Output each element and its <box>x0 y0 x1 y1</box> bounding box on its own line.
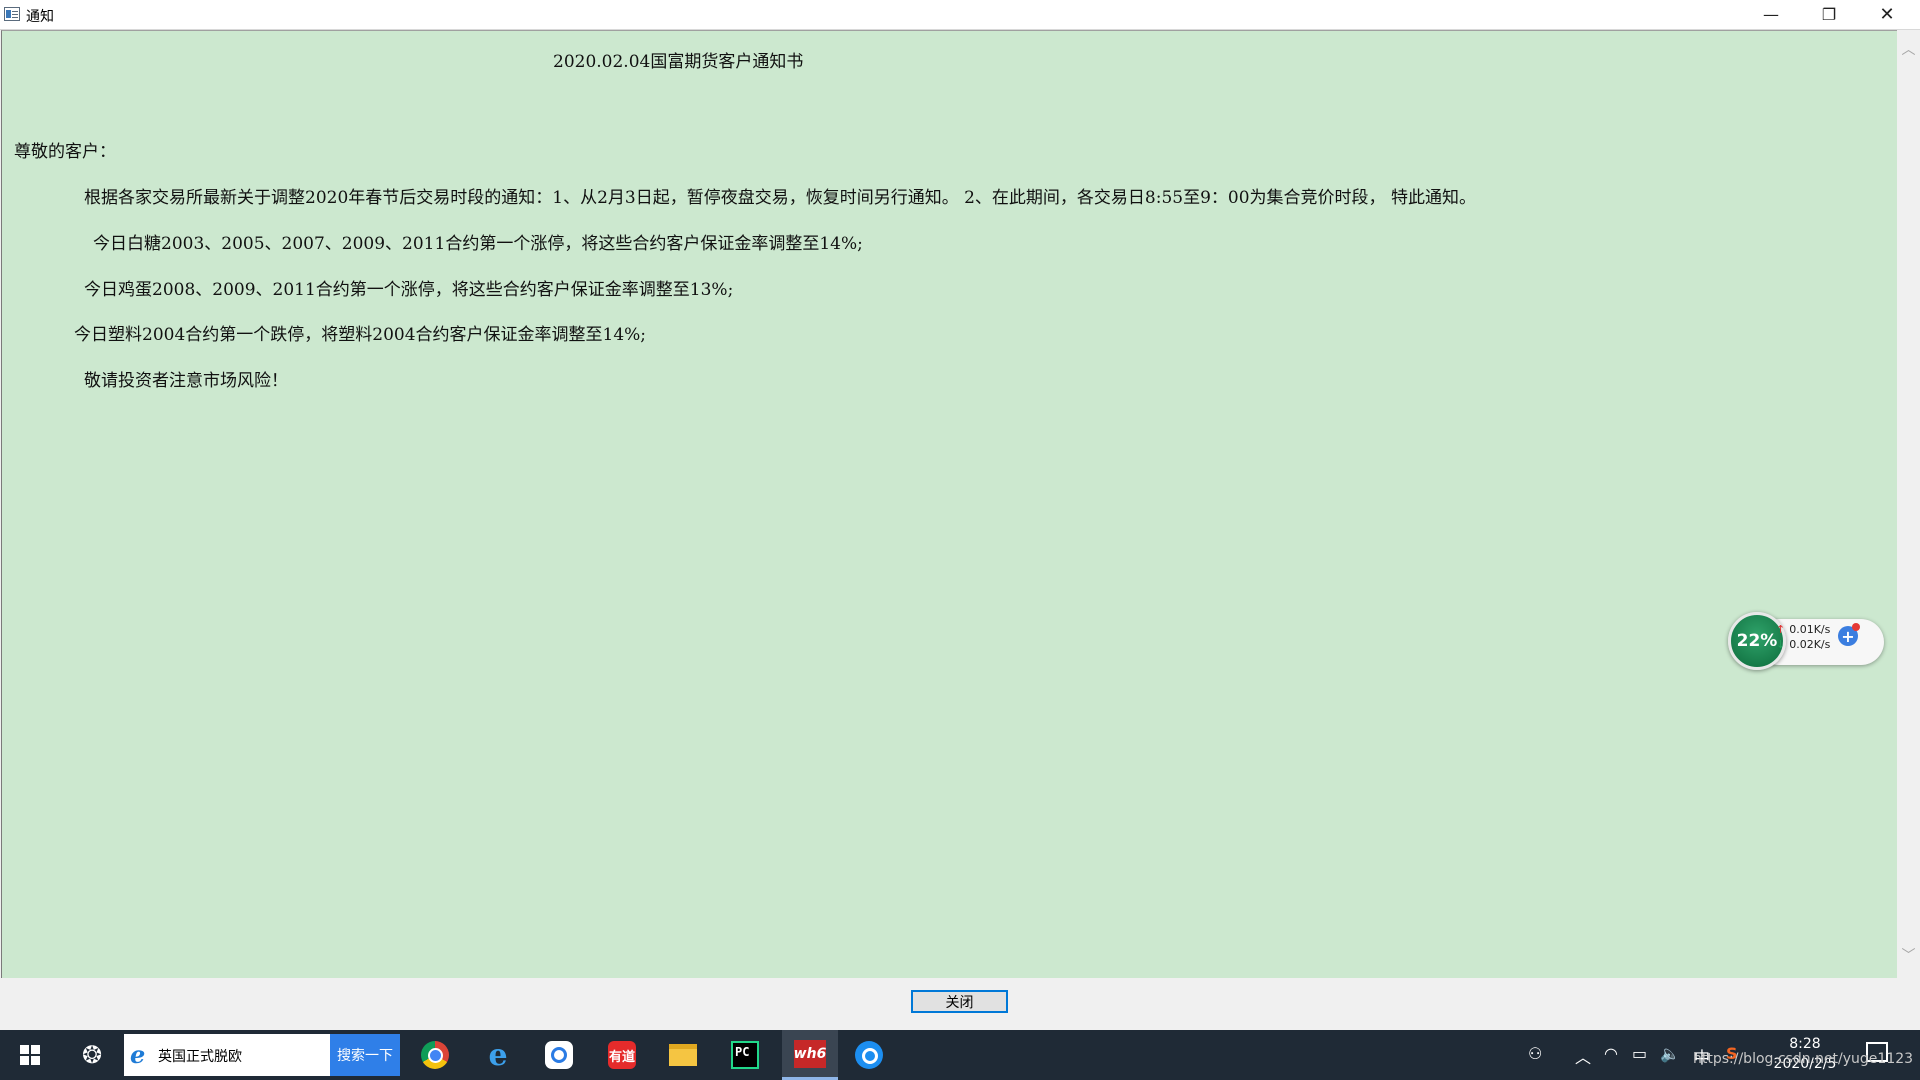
notice-greeting: 尊敬的客户： <box>14 142 116 162</box>
wifi-icon[interactable]: ◠ <box>1604 1044 1618 1063</box>
title-bar[interactable]: 通知 — ❐ ✕ <box>0 0 1920 30</box>
volume-icon[interactable]: 🔈 <box>1660 1044 1680 1063</box>
upload-arrow-icon: ↑ <box>1776 623 1786 636</box>
pycharm-icon[interactable]: PC <box>727 1037 763 1073</box>
app-icon <box>4 7 20 21</box>
notice-paragraph: 根据各家交易所最新关于调整2020年春节后交易时段的通知：1、从2月3日起，暂停… <box>84 188 1476 208</box>
qq-browser-icon[interactable] <box>851 1037 887 1073</box>
search-input[interactable]: 英国正式脱欧 <box>158 1046 242 1066</box>
notice-content[interactable]: 2020.02.04国富期货客户通知书 尊敬的客户： 根据各家交易所最新关于调整… <box>1 30 1897 978</box>
file-explorer-icon[interactable] <box>665 1037 701 1073</box>
youdao-label: 有道 <box>608 1041 636 1069</box>
wenhua-wh6-icon[interactable]: wh6 <box>782 1030 838 1080</box>
download-arrow-icon: ↓ <box>1776 638 1786 651</box>
cortana-icon[interactable]: ❂ <box>74 1037 110 1073</box>
notice-paragraph: 今日塑料2004合约第一个跌停，将塑料2004合约客户保证金率调整至14%; <box>74 325 647 345</box>
download-speed: ↓ 0.02K/s <box>1776 638 1830 651</box>
taskbar: ❂ e 英国正式脱欧 搜索一下 e 有道 PC wh6 ⚇ ︿ ◠ ▭ 🔈 中 … <box>0 1030 1920 1080</box>
network-monitor-widget[interactable]: 22% ↑ 0.01K/s ↓ 0.02K/s + <box>1728 612 1888 672</box>
notice-paragraph: 敬请投资者注意市场风险！ <box>84 371 288 391</box>
watermark-text: https://blog.csdn.net/yuge1123 <box>1693 1051 1914 1067</box>
vertical-scrollbar[interactable]: ︿ ﹀ <box>1897 30 1920 978</box>
upload-speed: ↑ 0.01K/s <box>1776 623 1830 636</box>
notice-title: 2020.02.04国富期货客户通知书 <box>553 52 804 72</box>
alert-dot <box>1852 623 1860 631</box>
people-icon[interactable]: ⚇ <box>1528 1044 1542 1063</box>
window-title: 通知 <box>26 9 54 25</box>
maximize-button[interactable]: ❐ <box>1800 0 1858 29</box>
show-hidden-icons-chevron-icon[interactable]: ︿ <box>1575 1044 1591 1068</box>
notice-window: 通知 — ❐ ✕ 2020.02.04国富期货客户通知书 尊敬的客户： 根据各家… <box>0 0 1920 1030</box>
close-dialog-button[interactable]: 关闭 <box>911 990 1008 1013</box>
youdao-icon[interactable]: 有道 <box>604 1037 640 1073</box>
dialog-button-bar: 关闭 <box>0 978 1920 1030</box>
edge-icon[interactable]: e <box>480 1037 516 1073</box>
notice-paragraph: 今日白糖2003、2005、2007、2009、2011合约第一个涨停，将这些合… <box>93 234 863 254</box>
baidu-netdisk-icon[interactable] <box>541 1037 577 1073</box>
chrome-icon[interactable] <box>417 1037 453 1073</box>
search-button[interactable]: 搜索一下 <box>330 1034 400 1076</box>
pycharm-label: PC <box>731 1041 759 1069</box>
start-icon[interactable] <box>12 1037 48 1073</box>
scroll-up-icon[interactable]: ︿ <box>1900 42 1917 59</box>
wh6-label: wh6 <box>794 1039 826 1068</box>
download-speed-value: 0.02K/s <box>1789 638 1831 651</box>
close-window-button[interactable]: ✕ <box>1858 0 1916 29</box>
ie-icon: e <box>130 1040 146 1069</box>
notice-paragraph: 今日鸡蛋2008、2009、2011合约第一个涨停，将这些合约客户保证金率调整至… <box>84 280 734 300</box>
battery-icon[interactable]: ▭ <box>1632 1044 1647 1063</box>
scroll-down-icon[interactable]: ﹀ <box>1900 948 1917 965</box>
search-box[interactable]: e 英国正式脱欧 <box>124 1034 330 1076</box>
upload-speed-value: 0.01K/s <box>1789 623 1831 636</box>
minimize-button[interactable]: — <box>1742 0 1800 29</box>
